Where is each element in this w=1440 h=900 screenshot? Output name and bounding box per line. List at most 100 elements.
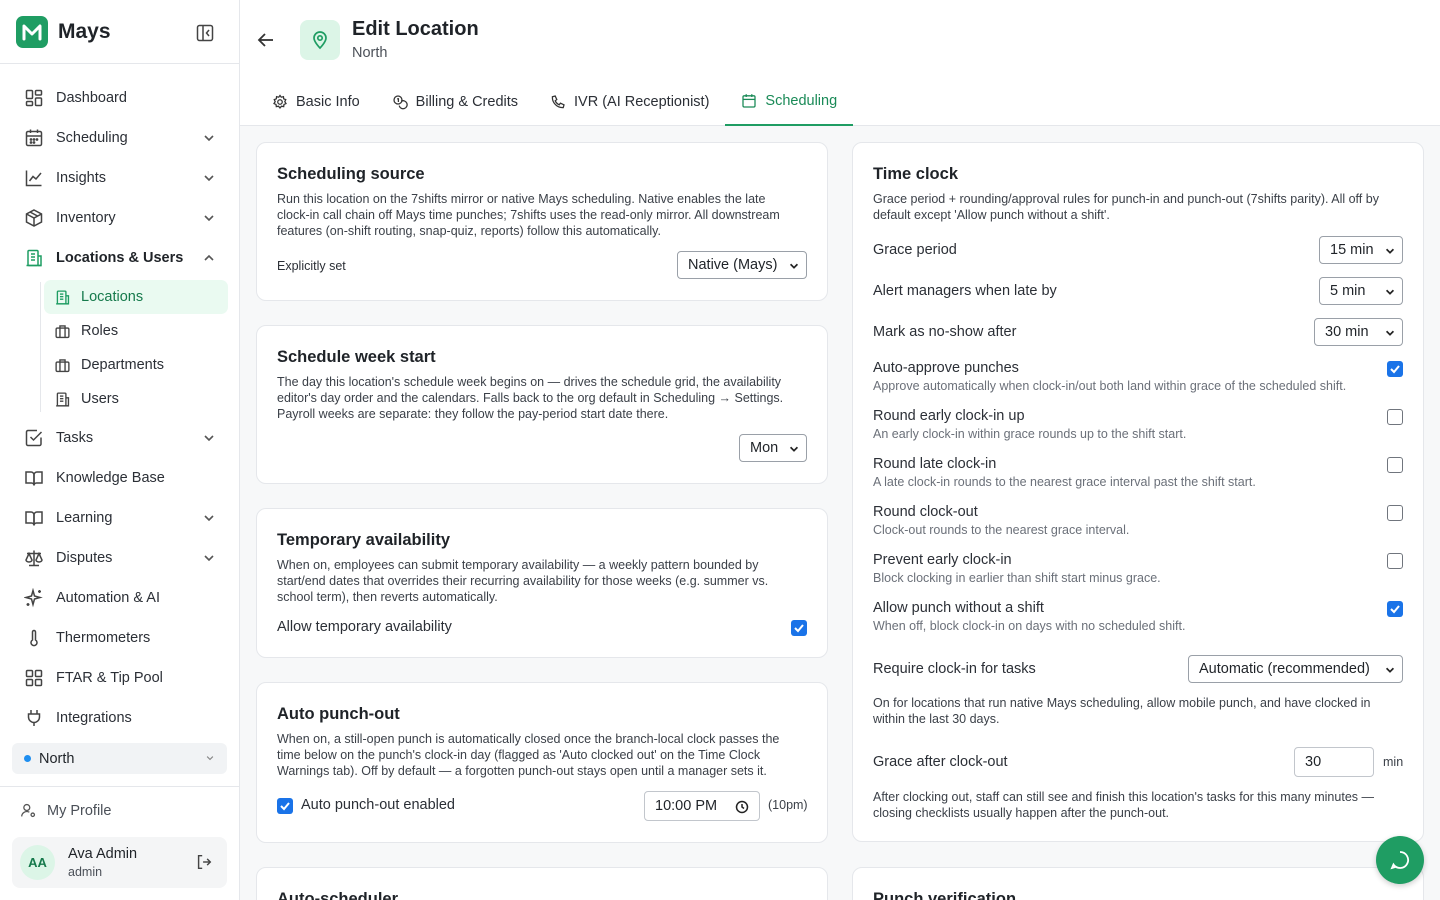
time-note: (10pm) [768,798,808,812]
sidebar-item-label: Insights [56,170,106,186]
chevron-down-icon [1385,330,1395,336]
auto-punch-out-time-input[interactable]: 10:00 PM [644,791,760,821]
page-header: Edit Location North Basic Info Billing &… [240,0,1440,126]
plug-icon [27,710,41,726]
chat-button[interactable] [1376,836,1424,884]
sidebar-item-tasks[interactable]: Tasks [12,418,228,458]
grace-after-input[interactable]: 30 [1294,747,1374,777]
tab-basic-info[interactable]: Basic Info [256,78,376,125]
tab-label: Billing & Credits [415,93,519,110]
tab-billing-credits[interactable]: Billing & Credits [376,78,534,125]
sidebar-subitem-users[interactable]: Users [44,382,228,416]
alert-managers-select[interactable]: 5 min [1319,277,1403,305]
sidebar-item-dashboard[interactable]: Dashboard [12,78,228,118]
dashboard-icon [25,89,43,107]
round-clockout-checkbox[interactable] [1387,505,1403,521]
round-early-help: An early clock-in within grace rounds up… [873,427,1187,441]
sidebar-item-label: Disputes [56,550,113,566]
grace-period-select[interactable]: 15 min [1319,236,1403,264]
no-show-select[interactable]: 30 min [1314,318,1403,346]
sidebar-item-integrations[interactable]: Integrations [12,698,228,738]
round-early-checkbox[interactable] [1387,409,1403,425]
chevron-down-icon [789,263,799,269]
location-switcher-label: North [39,750,75,767]
grace-period-label: Grace period [873,242,957,258]
phone-icon [551,94,565,108]
location-switcher[interactable]: North [12,743,227,774]
chevron-down-icon [789,446,799,452]
card-title: Time clock [873,165,958,183]
back-button[interactable] [256,30,278,52]
card-title: Schedule week start [277,348,436,366]
auto-approve-label: Auto-approve punches [873,360,1019,376]
building-icon [56,391,70,407]
mays-logo-icon [16,16,48,48]
status-dot [24,755,31,762]
sparkle-icon [24,588,43,608]
allow-punch-checkbox[interactable] [1387,601,1403,617]
chevron-down-icon [204,435,214,442]
tab-ivr[interactable]: IVR (AI Receptionist) [534,78,725,125]
auto-scheduler-card: Auto-scheduler [256,867,828,900]
sidebar-subitem-locations[interactable]: Locations [44,280,228,314]
sidebar-item-ftar-tip-pool[interactable]: FTAR & Tip Pool [12,658,228,698]
my-profile-link[interactable]: My Profile [20,802,111,819]
my-profile-label: My Profile [47,802,112,819]
checkmark-icon [1390,605,1400,614]
arrow-left-icon [257,33,273,47]
sidebar-item-label: Automation & AI [56,590,160,606]
auto-punch-out-checkbox[interactable] [277,798,293,814]
sidebar-toggle-icon [196,24,214,42]
calendar-icon [742,94,757,108]
chevron-down-icon [1385,667,1395,673]
building-icon [56,289,70,305]
prevent-early-checkbox[interactable] [1387,553,1403,569]
sidebar-item-disputes[interactable]: Disputes [12,538,228,578]
user-settings-icon [21,803,36,818]
allow-punch-help: When off, block clock-in on days with no… [873,619,1186,633]
sidebar-subitem-roles[interactable]: Roles [44,314,228,348]
card-description: The day this location's schedule week be… [277,375,784,421]
round-clockout-help: Clock-out rounds to the nearest grace in… [873,523,1130,537]
sidebar-item-knowledge-base[interactable]: Knowledge Base [12,458,228,498]
page-title: Edit Location [352,18,479,40]
round-early-label: Round early clock-in up [873,408,1025,424]
auto-approve-checkbox[interactable] [1387,361,1403,377]
calendar-icon [25,129,43,147]
checkmark-icon [794,624,804,633]
sidebar-subitem-departments[interactable]: Departments [44,348,228,382]
location-pin-badge [300,20,340,60]
sidebar-item-label: Learning [56,510,113,526]
sidebar-item-scheduling[interactable]: Scheduling [12,118,228,158]
sidebar-item-inventory[interactable]: Inventory [12,198,228,238]
require-clockin-select[interactable]: Automatic (recommended) [1188,655,1403,683]
card-description: Run this location on the 7shifts mirror … [277,192,780,238]
sidebar-item-learning[interactable]: Learning [12,498,228,538]
round-late-checkbox[interactable] [1387,457,1403,473]
temporary-availability-card: Temporary availability When on, employee… [256,508,828,658]
round-clockout-label: Round clock-out [873,504,978,520]
sidebar-item-thermometers[interactable]: Thermometers [12,618,228,658]
time-clock-card: Time clock Grace period + rounding/appro… [852,142,1424,842]
sidebar-subitem-label: Locations [81,289,144,305]
scheduling-source-select[interactable]: Native (Mays) [677,251,807,279]
logout-button[interactable] [195,853,213,874]
brand[interactable]: Mays [16,16,111,48]
checkmark-icon [280,802,290,811]
sidebar-item-insights[interactable]: Insights [12,158,228,198]
sidebar-item-automation-ai[interactable]: Automation & AI [12,578,228,618]
tab-scheduling[interactable]: Scheduling [725,78,854,126]
clock-icon [735,800,749,814]
scale-icon [25,550,43,567]
week-start-select[interactable]: Mon [739,434,807,462]
chevron-down-icon [204,215,214,222]
sidebar-item-locations-users[interactable]: Locations & Users [12,238,228,278]
chevron-down-icon [204,515,214,522]
punch-verification-card: Punch verification [852,867,1424,900]
user-role: admin [68,865,103,879]
allow-temp-availability-checkbox[interactable] [791,620,807,636]
auto-punch-out-label: Auto punch-out enabled [301,797,455,813]
sidebar-collapse-button[interactable] [194,22,216,44]
tab-bar: Basic Info Billing & Credits IVR (AI Rec… [256,78,854,126]
sidebar-subitem-label: Departments [81,357,165,373]
